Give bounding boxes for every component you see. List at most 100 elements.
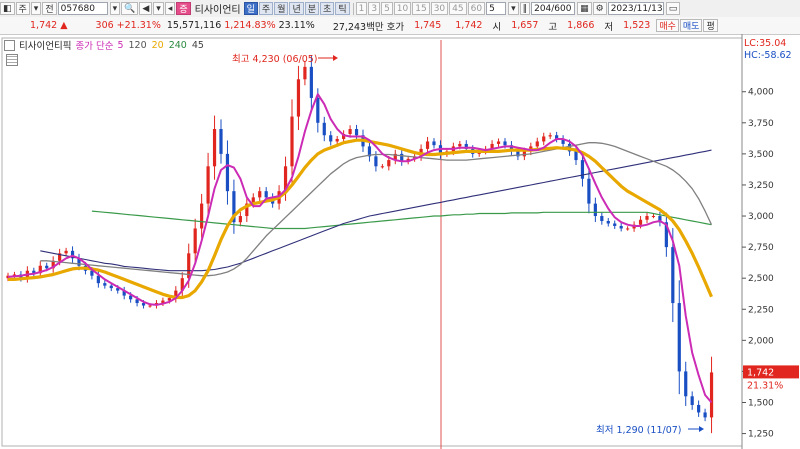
search-icon[interactable]: 🔍: [121, 2, 139, 15]
stock-name[interactable]: 티사이언티: [195, 1, 241, 16]
y-tick-label: 2,750: [748, 243, 774, 253]
candle-body: [329, 135, 333, 142]
hc-label: HC:-58.62: [744, 50, 792, 61]
quote-bar: 1,742 ▲ 306 +21.31% 15,571,116 1,214.83%…: [0, 17, 800, 35]
candle-body: [322, 122, 326, 136]
candle-body: [303, 66, 307, 80]
candle-body: [354, 129, 359, 136]
period-tab[interactable]: 월: [274, 2, 289, 15]
min-annotation: 최저 1,290 (11/07): [596, 425, 682, 436]
buy-button[interactable]: 매수: [656, 19, 679, 32]
y-tick-label: 1,250: [748, 430, 774, 440]
grid-icon[interactable]: ▦: [577, 2, 592, 15]
gear-icon[interactable]: ⚙: [592, 2, 607, 15]
candle-body: [580, 160, 585, 179]
interval-button[interactable]: 1: [355, 2, 368, 15]
eval-button[interactable]: 평: [703, 19, 718, 32]
interval-select[interactable]: 5: [486, 2, 507, 15]
interval-button[interactable]: 3: [368, 2, 381, 15]
chevron-down-icon[interactable]: ▾: [109, 2, 121, 15]
price-chart[interactable]: 1,2501,5001,7502,0002,2502,5002,7503,000…: [0, 34, 800, 449]
candle-body: [651, 216, 656, 218]
candle-body: [613, 223, 617, 226]
high-price: 1,866: [567, 20, 595, 31]
legend-period: 5: [117, 39, 124, 51]
candle-body: [219, 129, 223, 154]
period-tab[interactable]: 주: [258, 2, 274, 15]
prev-icon[interactable]: ◂: [164, 2, 176, 15]
period-tab[interactable]: 틱: [335, 2, 350, 15]
candle-body: [193, 228, 197, 254]
price-change-rate: +21.31%: [116, 20, 161, 31]
min-arrow-head: [699, 426, 704, 432]
candle-body: [380, 166, 384, 168]
legend-period: 20: [151, 39, 164, 51]
legend-period: 240: [168, 39, 187, 51]
interval-button[interactable]: 60: [467, 2, 486, 15]
layout-icon[interactable]: ◧: [0, 2, 15, 15]
ruler-icon[interactable]: ‖: [519, 2, 531, 15]
interval-button[interactable]: 45: [449, 2, 467, 15]
candle-body: [703, 412, 707, 418]
candle-body: [387, 160, 391, 167]
legend-box: [4, 39, 15, 51]
interval-buttons: 1 3 5 10 15 30 45 60: [355, 2, 486, 15]
period-tab[interactable]: 년: [289, 2, 304, 15]
candle-body: [542, 136, 546, 142]
candle-body: [600, 216, 604, 222]
max-annotation: 최고 4,230 (06/05): [232, 54, 318, 65]
candle-body: [645, 216, 649, 220]
candle-body: [309, 66, 313, 98]
open-label: 시: [492, 21, 502, 33]
badge[interactable]: 증: [176, 2, 191, 15]
bid-price: 1,742: [455, 20, 483, 31]
candle-body: [709, 372, 714, 418]
candle-body: [619, 225, 623, 229]
candle-body: [103, 283, 107, 286]
candle-body: [503, 141, 507, 146]
period-tabs: 일주월년분초틱: [243, 2, 351, 15]
period-tab[interactable]: 일: [243, 2, 258, 15]
interval-button[interactable]: 5: [381, 2, 393, 15]
small-grid-icon[interactable]: [6, 54, 18, 66]
period-tab[interactable]: 초: [320, 2, 335, 15]
y-tick-label: 1,500: [748, 398, 774, 408]
candle-body: [45, 265, 49, 269]
chevron-down-icon[interactable]: ▾: [508, 2, 519, 15]
candle-body: [129, 295, 133, 300]
chevron-down-icon[interactable]: ▾: [153, 2, 164, 15]
current-price-label: 1,742: [747, 367, 774, 378]
candle-body: [206, 166, 210, 204]
candle-body: [335, 138, 339, 142]
candle-body: [606, 221, 610, 224]
y-tick-label: 3,750: [748, 119, 774, 129]
candle-body: [535, 141, 539, 147]
speaker-icon[interactable]: ◀: [139, 2, 153, 15]
interval-button[interactable]: 10: [393, 2, 412, 15]
interval-button[interactable]: 30: [430, 2, 449, 15]
stock-code-input[interactable]: 057680: [57, 2, 108, 15]
interval-button[interactable]: 15: [412, 2, 430, 15]
candle-body: [496, 141, 501, 144]
type-select[interactable]: 전: [42, 2, 57, 15]
volume: 15,571,116: [166, 20, 222, 31]
open-price: 1,657: [511, 20, 539, 31]
amount: 27,243백만: [332, 21, 384, 33]
date-input[interactable]: 2023/11/13: [607, 2, 664, 15]
candle-body: [425, 141, 430, 149]
market-select[interactable]: 주: [15, 2, 30, 15]
y-tick-label: 2,250: [748, 305, 774, 315]
high-label: 고: [548, 21, 558, 33]
chevron-down-icon[interactable]: ▾: [30, 2, 42, 15]
bar-count[interactable]: 204/600: [531, 2, 576, 15]
calendar-icon[interactable]: ▭: [665, 2, 681, 15]
current-rate-label: 21.31%: [747, 380, 783, 391]
candle-body: [638, 219, 643, 225]
candle-body: [677, 303, 681, 372]
candle-body: [690, 396, 694, 405]
candle-body: [574, 151, 578, 161]
divider: [352, 2, 354, 15]
candle-body: [238, 216, 242, 223]
sell-button[interactable]: 매도: [679, 19, 703, 32]
period-tab[interactable]: 분: [304, 2, 320, 15]
